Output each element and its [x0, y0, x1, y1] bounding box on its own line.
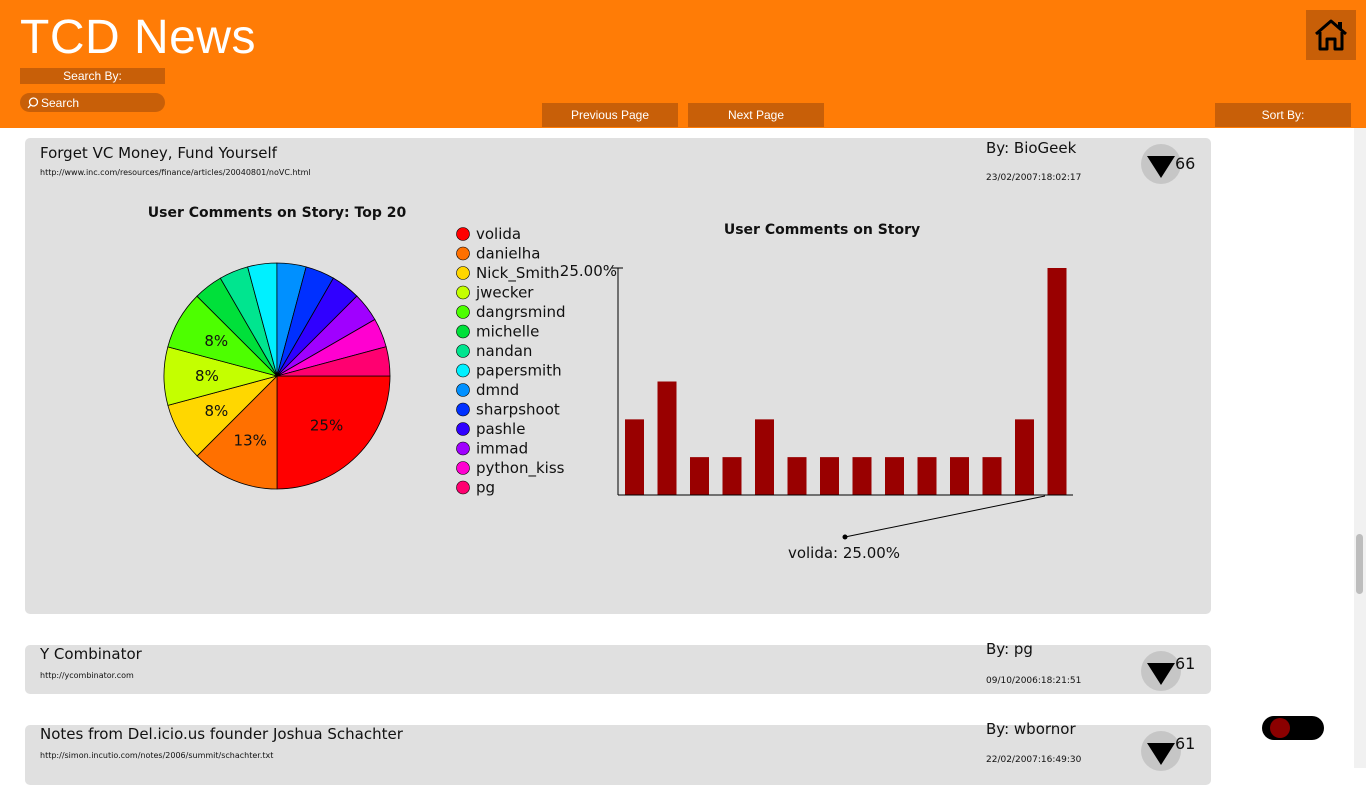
search-input[interactable]	[39, 95, 161, 110]
story-url[interactable]: http://ycombinator.com	[40, 671, 134, 680]
previous-page-button[interactable]: Previous Page	[542, 103, 678, 127]
legend-swatch	[456, 422, 470, 436]
legend-swatch	[456, 480, 470, 495]
home-button[interactable]	[1306, 10, 1356, 60]
legend-label: michelle	[476, 323, 539, 341]
story-date: 09/10/2006:18:21:51	[986, 676, 1082, 686]
legend-swatch	[456, 324, 470, 339]
story-author: By: wbornor	[986, 720, 1076, 738]
page-scrollbar[interactable]	[1354, 128, 1366, 768]
legend-label: pashle	[476, 420, 525, 438]
search-by-button[interactable]: Search By:	[20, 68, 165, 84]
legend-swatch	[456, 246, 470, 261]
bar	[787, 457, 807, 495]
story-card[interactable]: Forget VC Money, Fund Yourself http://ww…	[25, 138, 1211, 614]
pie-chart: 25% 13% 8% 8% 8%	[163, 262, 391, 490]
toggle-switch[interactable]	[1262, 716, 1324, 740]
pie-slice-label: 8%	[195, 367, 219, 385]
legend-label: Nick_Smith	[476, 264, 560, 283]
legend-label: python_kiss	[476, 459, 565, 478]
sort-by-button[interactable]: Sort By:	[1215, 103, 1351, 127]
bar	[885, 457, 904, 495]
annotation-dot	[842, 534, 848, 540]
pie-slice-label: 8%	[204, 402, 228, 420]
vote-count: 66	[1175, 154, 1196, 173]
triangle-down-icon	[1147, 663, 1175, 685]
app-title: TCD News	[20, 11, 257, 64]
legend-label: sharpshoot	[476, 401, 560, 419]
story-title[interactable]: Notes from Del.icio.us founder Joshua Sc…	[40, 725, 403, 743]
legend-label: nandan	[476, 342, 532, 360]
legend-swatch	[456, 441, 470, 456]
legend-label: immad	[476, 440, 528, 458]
legend-label: jwecker	[475, 284, 534, 302]
home-icon	[1315, 19, 1347, 51]
legend-swatch	[456, 227, 470, 241]
story-title[interactable]: Y Combinator	[40, 645, 142, 663]
legend-label: papersmith	[476, 362, 562, 380]
vote-count: 61	[1175, 734, 1196, 753]
bar-chart-title: User Comments on Story	[724, 222, 920, 238]
annotation-leader-line	[844, 495, 1046, 538]
scroll-thumb[interactable]	[1356, 534, 1363, 594]
triangle-down-icon	[1147, 743, 1175, 765]
story-author: By: BioGeek	[986, 139, 1077, 157]
story-title[interactable]: Forget VC Money, Fund Yourself	[40, 144, 277, 162]
legend-label: dangrsmind	[476, 303, 566, 321]
legend-label: danielha	[476, 245, 540, 263]
story-card[interactable]: Y Combinator http://ycombinator.com By: …	[25, 640, 1211, 694]
search-icon	[27, 96, 39, 108]
legend-swatch	[456, 344, 470, 358]
story-url[interactable]: http://simon.incutio.com/notes/2006/summ…	[40, 751, 273, 760]
bar	[722, 457, 742, 495]
search-box[interactable]	[20, 93, 165, 112]
story-author: By: pg	[986, 640, 1033, 658]
story-date: 22/02/2007:16:49:30	[986, 755, 1082, 765]
bar	[625, 419, 644, 495]
legend-swatch	[456, 285, 470, 300]
bar	[982, 457, 1002, 495]
bar-annotation: volida: 25.00%	[788, 544, 900, 562]
pie-legend: volida danielhaNick_Smithjweckerdangrsmin…	[456, 225, 566, 497]
legend-label: dmnd	[476, 381, 519, 399]
bar	[690, 457, 709, 495]
bar-chart	[625, 268, 1067, 495]
bar-y-tick-label: 25.00%	[560, 262, 617, 280]
legend-swatch	[456, 363, 470, 378]
legend-label: volida	[476, 225, 521, 243]
pie-slice-label: 8%	[204, 332, 228, 350]
legend-swatch	[456, 305, 470, 319]
bar	[917, 457, 937, 495]
legend-swatch	[456, 266, 470, 280]
legend-swatch	[456, 383, 470, 397]
bar	[1015, 419, 1034, 495]
bar	[657, 381, 677, 495]
bar	[1047, 268, 1067, 495]
bar	[820, 457, 839, 495]
legend-label: pg	[476, 479, 495, 497]
header-bar: TCD News Search By: Previous Page Next P…	[0, 0, 1366, 128]
vote-count: 61	[1175, 654, 1196, 673]
story-charts: User Comments on Story: Top 20 25% 13% 8% 8…	[148, 205, 1073, 562]
next-page-button[interactable]: Next Page	[688, 103, 824, 127]
story-card[interactable]: Notes from Del.icio.us founder Joshua Sc…	[25, 720, 1211, 785]
legend-swatch	[456, 402, 470, 417]
bar	[755, 419, 774, 495]
bar	[950, 457, 969, 495]
pie-chart-title: User Comments on Story: Top 20	[148, 205, 407, 221]
bar	[852, 457, 872, 495]
pie-slice-label: 25%	[310, 417, 343, 435]
pie-slice-label: 13%	[234, 432, 267, 450]
toggle-knob[interactable]	[1270, 718, 1290, 738]
legend-swatch	[456, 461, 470, 475]
